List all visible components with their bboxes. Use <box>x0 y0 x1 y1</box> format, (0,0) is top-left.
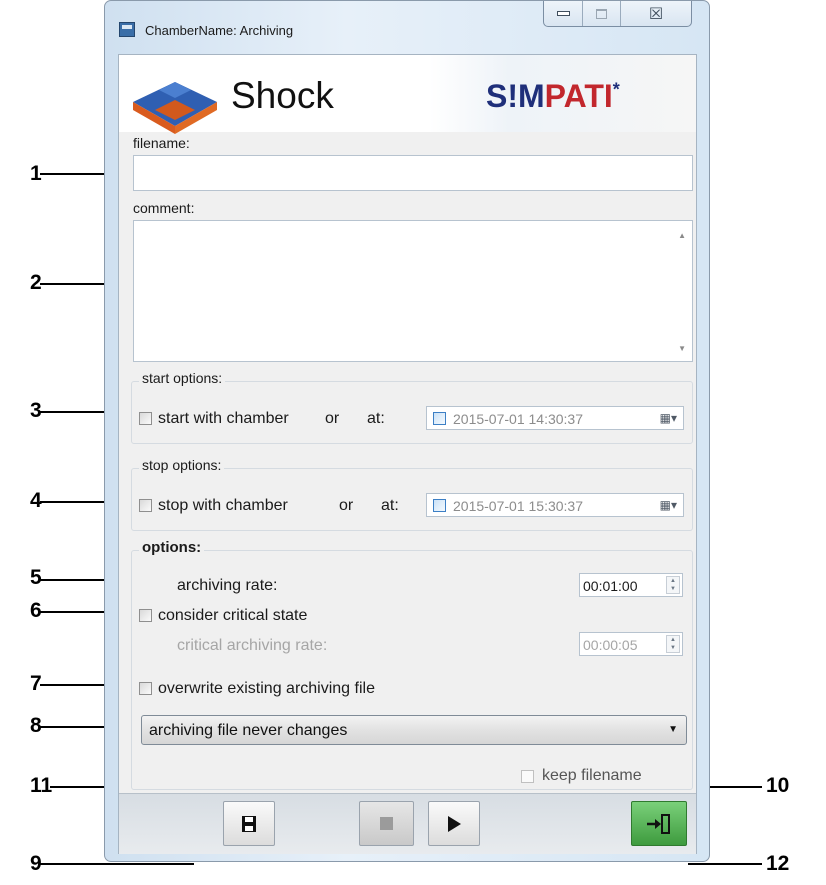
exit-icon <box>647 813 670 834</box>
calendar-dropdown-icon[interactable]: ▦▾ <box>660 411 677 425</box>
play-button[interactable] <box>428 801 480 846</box>
stop-with-chamber-checkbox[interactable] <box>139 499 152 512</box>
exit-button[interactable] <box>631 801 687 846</box>
stop-button[interactable] <box>359 801 414 846</box>
filename-input[interactable] <box>133 155 693 191</box>
overwrite-label: overwrite existing archiving file <box>158 680 375 697</box>
options-group: options: archiving rate: 00:01:00 ▲ ▼ con… <box>131 539 693 790</box>
keep-filename-label: keep filename <box>542 767 642 784</box>
banner: Shock S!MPATI* <box>119 55 696 134</box>
start-options-title: start options: <box>139 370 226 386</box>
options-title: options: <box>139 539 205 556</box>
start-at-label: at: <box>367 410 385 427</box>
comment-textarea[interactable]: ▲ ▼ <box>133 220 693 362</box>
stop-icon <box>380 817 393 830</box>
save-icon <box>242 815 256 832</box>
archiving-window: ChamberName: Archiving ☒ Shock S!MPATI* … <box>104 0 710 862</box>
brand-logo: S!MPATI* <box>486 78 620 115</box>
stop-options-group: stop options: stop with chamber or at: 2… <box>131 457 693 531</box>
window-title: ChamberName: Archiving <box>145 23 294 38</box>
stop-datetime-checkbox[interactable] <box>433 499 446 512</box>
comment-label: comment: <box>133 200 195 216</box>
critical-rate-value: 00:00:05 <box>583 637 638 653</box>
start-datetime-checkbox[interactable] <box>433 412 446 425</box>
callout-10: 10 <box>766 774 790 797</box>
start-with-chamber-checkbox[interactable] <box>139 412 152 425</box>
start-with-chamber-label: start with chamber <box>158 410 289 427</box>
save-button[interactable] <box>223 801 275 846</box>
consider-critical-label: consider critical state <box>158 607 308 624</box>
start-datetime-picker[interactable]: 2015-07-01 14:30:37 ▦▾ <box>426 406 684 430</box>
callout-12: 12 <box>766 852 790 875</box>
stop-datetime-value: 2015-07-01 15:30:37 <box>453 498 583 514</box>
brand-part2: PATI <box>544 78 613 114</box>
spinner-arrows-icon[interactable]: ▲ ▼ <box>666 635 680 653</box>
stop-with-chamber-label: stop with chamber <box>158 497 288 514</box>
maximize-button[interactable] <box>582 1 620 26</box>
chevron-down-icon: ▼ <box>668 724 678 735</box>
logo-icon <box>133 82 217 134</box>
scroll-down-icon[interactable]: ▼ <box>678 344 686 353</box>
start-options-group: start options: start with chamber or at:… <box>131 370 693 444</box>
start-datetime-value: 2015-07-01 14:30:37 <box>453 411 583 427</box>
stop-or-label: or <box>339 497 354 514</box>
brand-part1: S!M <box>486 78 545 114</box>
callout-line-12 <box>688 863 762 865</box>
filename-label: filename: <box>133 135 190 151</box>
window-controls: ☒ <box>543 1 692 27</box>
app-name: Shock <box>231 75 334 116</box>
overwrite-checkbox[interactable] <box>139 682 152 695</box>
file-mode-value: archiving file never changes <box>149 722 348 739</box>
minimize-button[interactable] <box>544 1 582 26</box>
client-area: Shock S!MPATI* filename: comment: ▲ ▼ st… <box>118 54 697 854</box>
archiving-rate-value: 00:01:00 <box>583 578 638 594</box>
minimize-icon <box>556 11 570 16</box>
close-button[interactable]: ☒ <box>620 1 691 26</box>
stop-datetime-picker[interactable]: 2015-07-01 15:30:37 ▦▾ <box>426 493 684 517</box>
maximize-icon <box>596 8 607 19</box>
scroll-up-icon[interactable]: ▲ <box>678 231 686 240</box>
archiving-rate-spinner[interactable]: 00:01:00 ▲ ▼ <box>579 573 683 597</box>
critical-rate-spinner[interactable]: 00:00:05 ▲ ▼ <box>579 632 683 656</box>
keep-filename-checkbox[interactable] <box>521 770 534 783</box>
callout-11: 11 <box>30 774 53 797</box>
callout-5: 5 <box>30 566 42 589</box>
floppy-window-icon <box>119 22 135 37</box>
callout-line-9 <box>40 863 194 865</box>
stop-options-title: stop options: <box>139 457 225 473</box>
critical-rate-label: critical archiving rate: <box>177 637 328 654</box>
archiving-rate-label: archiving rate: <box>177 577 278 594</box>
calendar-dropdown-icon[interactable]: ▦▾ <box>660 498 677 512</box>
bottom-toolbar <box>119 793 696 854</box>
title-bar[interactable]: ChamberName: Archiving ☒ <box>105 1 709 55</box>
brand-mark: * <box>612 79 620 100</box>
play-icon <box>448 815 461 832</box>
spinner-arrows-icon[interactable]: ▲ ▼ <box>666 576 680 594</box>
start-or-label: or <box>325 410 340 427</box>
stop-at-label: at: <box>381 497 399 514</box>
consider-critical-checkbox[interactable] <box>139 609 152 622</box>
close-icon: ☒ <box>648 5 664 23</box>
file-mode-select[interactable]: archiving file never changes ▼ <box>141 715 687 745</box>
